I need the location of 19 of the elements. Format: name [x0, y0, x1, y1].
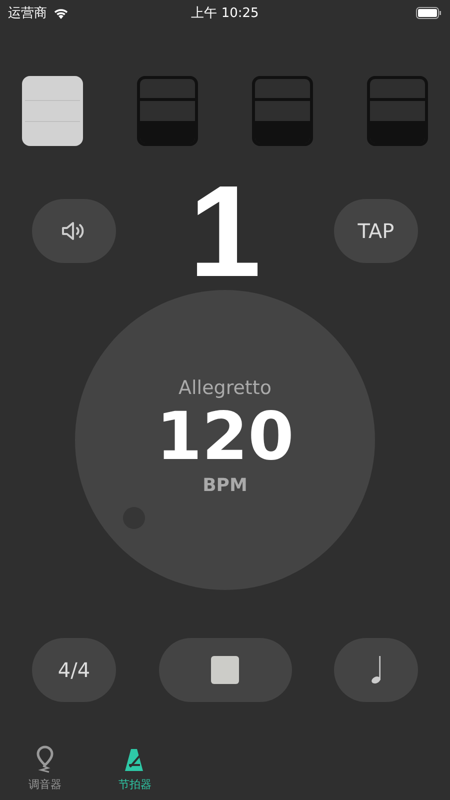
beat-block[interactable]	[367, 76, 428, 146]
battery-icon	[416, 7, 442, 19]
carrier-name: 运营商	[8, 5, 47, 22]
beat-block[interactable]	[252, 76, 313, 146]
beat-number: 1	[188, 176, 262, 286]
beat-block[interactable]	[137, 76, 198, 146]
wifi-icon	[53, 7, 69, 19]
pin-icon	[35, 745, 55, 773]
quarter-note-icon	[370, 656, 382, 684]
stop-icon	[211, 656, 239, 684]
tap-button[interactable]: TAP	[334, 199, 418, 263]
clock-time: 上午 10:25	[191, 5, 259, 22]
tab-item[interactable]: 调音器	[0, 734, 90, 792]
time-signature-button[interactable]: 4/4	[32, 638, 116, 702]
bpm-value: 120	[156, 398, 294, 474]
tab-item[interactable]: 节拍器	[90, 734, 180, 792]
bpm-unit: BPM	[202, 474, 248, 496]
tempo-dial[interactable]: Allegretto 120 BPM	[75, 290, 375, 590]
tempo-name: Allegretto	[178, 376, 272, 398]
